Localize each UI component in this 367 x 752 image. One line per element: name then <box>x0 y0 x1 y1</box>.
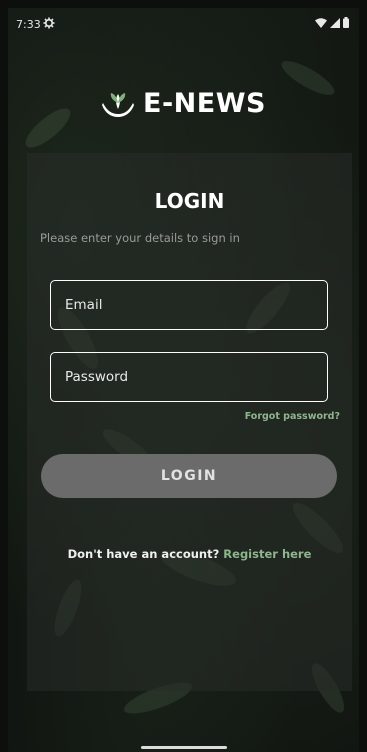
status-icons <box>315 17 349 28</box>
login-panel: LOGIN Please enter your details to sign … <box>27 153 352 691</box>
status-time: 7:33 <box>16 18 41 31</box>
brand-header: E-NEWS <box>8 88 359 119</box>
register-prompt: Don't have an account? Register here <box>27 547 352 561</box>
register-prompt-text: Don't have an account? <box>67 547 220 561</box>
gear-icon <box>43 17 55 32</box>
login-title: LOGIN <box>154 189 225 213</box>
login-button[interactable]: LOGIN <box>41 454 337 498</box>
home-indicator[interactable] <box>141 746 227 749</box>
password-field[interactable] <box>50 352 328 402</box>
wifi-icon <box>315 17 327 28</box>
forgot-password-link[interactable]: Forgot password? <box>245 411 340 422</box>
plant-hands-logo <box>102 92 135 117</box>
status-bar: 7:33 <box>8 8 359 36</box>
email-field[interactable] <box>50 280 328 330</box>
register-link[interactable]: Register here <box>223 547 311 561</box>
login-subtitle: Please enter your details to sign in <box>40 231 240 245</box>
app-screen: 7:33 E-NEWS LOGIN Please enter your deta… <box>8 8 359 752</box>
battery-icon <box>343 17 349 28</box>
signal-icon <box>330 17 340 28</box>
brand-name: E-NEWS <box>143 88 266 119</box>
